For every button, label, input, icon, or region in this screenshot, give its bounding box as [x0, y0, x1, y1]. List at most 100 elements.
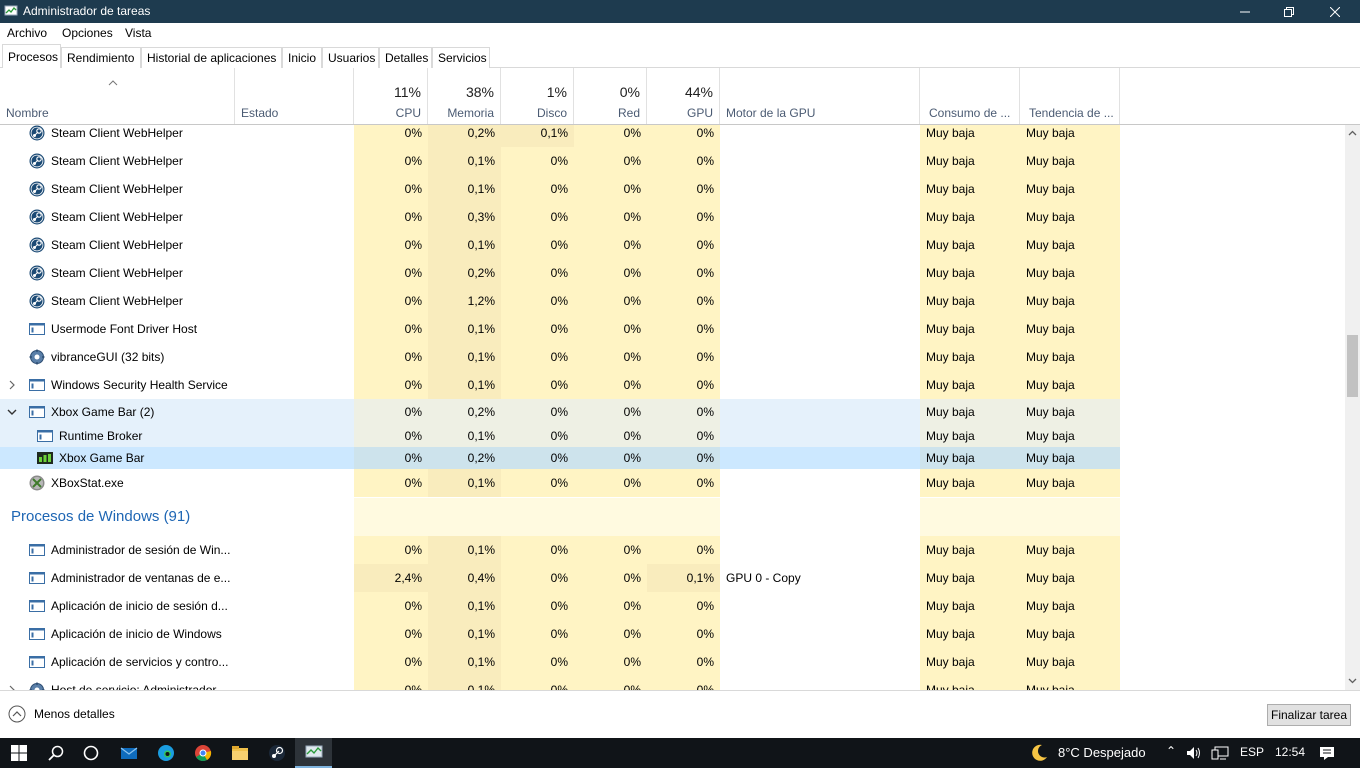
less-details-button[interactable]: Menos detalles [8, 705, 115, 723]
tab-procesos[interactable]: Procesos [2, 44, 61, 69]
table-row[interactable]: Aplicación de servicios y contro... 0% 0,1… [0, 648, 1345, 676]
col-status[interactable]: Estado [235, 68, 354, 124]
memory-value: 0,1% [428, 425, 501, 447]
taskbar-mail[interactable] [110, 738, 147, 768]
volume-icon[interactable] [1186, 746, 1202, 760]
col-disk[interactable]: 1% Disco [501, 68, 574, 124]
cpu-value: 0% [354, 287, 428, 315]
search-button[interactable] [37, 738, 74, 768]
process-name-cell[interactable]: Aplicación de servicios y contro... [0, 648, 354, 676]
table-row[interactable]: Runtime Broker 0% 0,1% 0% 0% 0% Muy baja Muy ba… [0, 425, 1345, 447]
process-name-cell[interactable]: Xbox Game Bar (2) [0, 399, 354, 425]
close-button[interactable] [1312, 0, 1358, 23]
table-row[interactable]: Steam Client WebHelper 0% 0,1% 0% 0% 0% Muy ba… [0, 147, 1345, 175]
gpu-value: 0% [647, 125, 720, 147]
process-name-cell[interactable]: Aplicación de inicio de sesión d... [0, 592, 354, 620]
col-name[interactable]: Nombre [0, 68, 235, 124]
table-row[interactable]: Host de servicio: Administrador... 0% 0,1%… [0, 676, 1345, 690]
process-name-cell[interactable]: Usermode Font Driver Host [0, 315, 354, 343]
clock[interactable]: 12:54 [1275, 745, 1305, 759]
col-gpu[interactable]: 44% GPU [647, 68, 720, 124]
taskbar-edge[interactable] [147, 738, 184, 768]
table-row[interactable]: Steam Client WebHelper 0% 0,3% 0% 0% 0% Muy ba… [0, 203, 1345, 231]
col-network[interactable]: 0% Red [574, 68, 647, 124]
table-row[interactable]: Administrador de ventanas de e... 2,4% 0,4… [0, 564, 1345, 592]
menu-vista[interactable]: Vista [125, 26, 151, 40]
steam-icon [29, 237, 45, 253]
col-gpu-engine[interactable]: Motor de la GPU [720, 68, 920, 124]
section-cell [501, 498, 574, 536]
network-icon[interactable] [1211, 746, 1229, 760]
cpu-value: 0% [354, 620, 428, 648]
process-name-cell[interactable]: Steam Client WebHelper [0, 203, 354, 231]
process-name-cell[interactable]: Administrador de ventanas de e... [0, 564, 354, 592]
table-row[interactable]: Steam Client WebHelper 0% 0,1% 0% 0% 0% Muy ba… [0, 231, 1345, 259]
process-name-cell[interactable]: Steam Client WebHelper [0, 125, 354, 147]
taskbar-task-manager[interactable] [295, 738, 332, 768]
taskbar-explorer[interactable] [221, 738, 258, 768]
start-button[interactable] [0, 738, 37, 768]
process-name-cell[interactable]: Xbox Game Bar [0, 447, 354, 469]
table-row[interactable]: XBoxStat.exe 0% 0,1% 0% 0% 0% Muy baja Muy baja [0, 469, 1345, 497]
memory-total: 38% [465, 84, 494, 100]
maximize-button[interactable] [1266, 0, 1312, 23]
task-view-button[interactable] [72, 738, 109, 768]
table-row[interactable]: Xbox Game Bar 0% 0,2% 0% 0% 0% Muy baja Muy baj… [0, 447, 1345, 469]
table-row[interactable]: Steam Client WebHelper 0% 0,2% 0,1% 0% 0% Muy … [0, 125, 1345, 147]
table-row[interactable]: Administrador de sesión de Win... 0% 0,1% 0… [0, 536, 1345, 564]
process-name-cell[interactable]: Administrador de sesión de Win... [0, 536, 354, 564]
power-usage-value: Muy baja [920, 399, 1020, 425]
tab-inicio[interactable]: Inicio [282, 47, 322, 68]
tab-usuarios[interactable]: Usuarios [322, 47, 379, 68]
process-name-cell[interactable]: Steam Client WebHelper [0, 231, 354, 259]
table-row[interactable]: Steam Client WebHelper 0% 0,2% 0% 0% 0% Muy ba… [0, 259, 1345, 287]
process-name-cell[interactable]: Steam Client WebHelper [0, 147, 354, 175]
tab-rendimiento[interactable]: Rendimiento [61, 47, 141, 68]
taskbar-steam[interactable] [258, 738, 295, 768]
tab-servicios[interactable]: Servicios [432, 47, 490, 68]
end-task-button[interactable]: Finalizar tarea [1267, 704, 1351, 726]
weather-label[interactable]: 8°C Despejado [1058, 745, 1146, 760]
scroll-thumb[interactable] [1347, 335, 1358, 397]
vertical-scrollbar[interactable] [1345, 125, 1360, 690]
process-name-cell[interactable]: XBoxStat.exe [0, 469, 354, 497]
process-name: Steam Client WebHelper [51, 126, 183, 140]
minimize-button[interactable] [1222, 0, 1268, 23]
menu-opciones[interactable]: Opciones [62, 26, 113, 40]
language-indicator[interactable]: ESP [1240, 745, 1264, 759]
table-row[interactable]: Xbox Game Bar (2) 0% 0,2% 0% 0% 0% Muy baja Muy… [0, 399, 1345, 425]
section-header[interactable]: Procesos de Windows (91) [0, 498, 1345, 536]
table-row[interactable]: Steam Client WebHelper 0% 1,2% 0% 0% 0% Muy ba… [0, 287, 1345, 315]
chevron-down-icon[interactable] [6, 406, 18, 418]
table-row[interactable]: Usermode Font Driver Host 0% 0,1% 0% 0% 0% Muy… [0, 315, 1345, 343]
scroll-up-icon[interactable] [1348, 129, 1357, 138]
network-value: 0% [574, 371, 647, 399]
memory-value: 0,2% [428, 399, 501, 425]
taskbar-chrome[interactable] [184, 738, 221, 768]
scroll-down-icon[interactable] [1348, 676, 1357, 685]
menu-archivo[interactable]: Archivo [7, 26, 47, 40]
process-name-cell[interactable]: Steam Client WebHelper [0, 287, 354, 315]
process-name-cell[interactable]: Aplicación de inicio de Windows [0, 620, 354, 648]
process-name-cell[interactable]: Steam Client WebHelper [0, 175, 354, 203]
process-name-cell[interactable]: Host de servicio: Administrador... [0, 676, 354, 690]
memory-value: 0,1% [428, 536, 501, 564]
process-name-cell[interactable]: vibranceGUI (32 bits) [0, 343, 354, 371]
process-name-cell[interactable]: Windows Security Health Service [0, 371, 354, 399]
tab-historial[interactable]: Historial de aplicaciones [141, 47, 282, 68]
chevron-right-icon[interactable] [6, 379, 18, 391]
table-row[interactable]: vibranceGUI (32 bits) 0% 0,1% 0% 0% 0% Muy baj… [0, 343, 1345, 371]
col-cpu[interactable]: 11% CPU [354, 68, 428, 124]
notifications-icon[interactable] [1319, 746, 1335, 761]
tab-detalles[interactable]: Detalles [379, 47, 432, 68]
process-name-cell[interactable]: Steam Client WebHelper [0, 259, 354, 287]
table-row[interactable]: Windows Security Health Service 0% 0,1% 0% 0… [0, 371, 1345, 399]
table-row[interactable]: Aplicación de inicio de Windows 0% 0,1% 0% 0… [0, 620, 1345, 648]
col-memory[interactable]: 38% Memoria [428, 68, 501, 124]
table-row[interactable]: Aplicación de inicio de sesión d... 0% 0,1… [0, 592, 1345, 620]
col-power-trend[interactable]: Tendencia de ... [1020, 68, 1120, 124]
table-row[interactable]: Steam Client WebHelper 0% 0,1% 0% 0% 0% Muy ba… [0, 175, 1345, 203]
col-power-usage[interactable]: Consumo de ... [920, 68, 1020, 124]
chevron-up-icon[interactable]: ⌃ [1166, 744, 1176, 758]
process-name-cell[interactable]: Runtime Broker [0, 425, 354, 447]
